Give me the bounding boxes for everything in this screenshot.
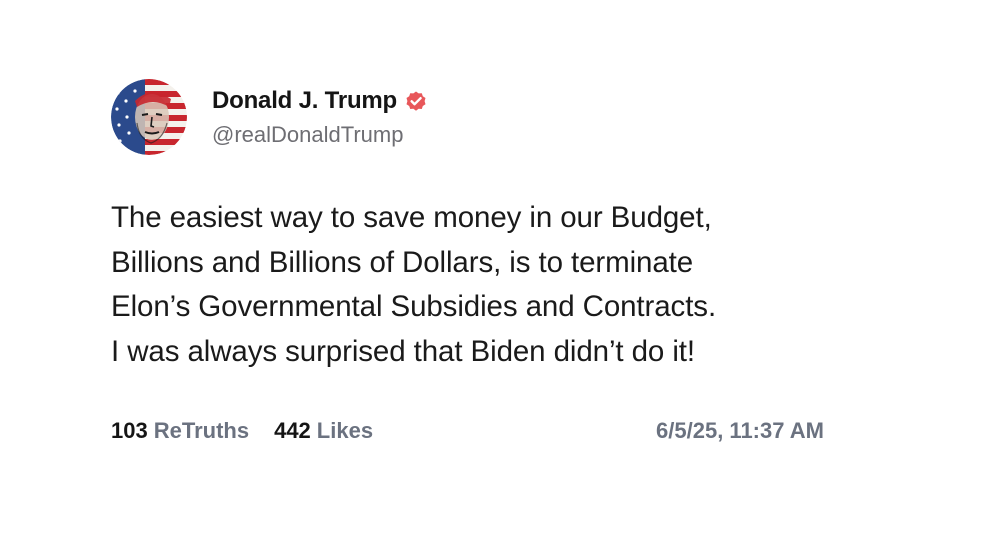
retruths-count: 103 xyxy=(111,418,148,443)
author-display-name[interactable]: Donald J. Trump xyxy=(212,87,397,115)
post-body-line: I was always surprised that Biden didn’t… xyxy=(111,334,695,368)
likes-count: 442 xyxy=(274,418,311,443)
post-timestamp[interactable]: 6/5/25, 11:37 AM xyxy=(656,418,824,444)
likes-label: Likes xyxy=(316,418,374,443)
name-row: Donald J. Trump xyxy=(212,86,428,116)
post-body-line: Elon’s Governmental Subsidies and Contra… xyxy=(111,290,717,323)
flag-portrait-avatar-icon xyxy=(111,79,187,155)
post-header: Donald J. Trump @realDonaldTrump xyxy=(111,78,871,156)
verified-badge-icon xyxy=(404,89,428,113)
post-stats: 103 ReTruths 442 Likes 6/5/25, 11:37 AM xyxy=(111,416,824,446)
post-card: Donald J. Trump @realDonaldTrump The eas… xyxy=(111,78,871,443)
author-handle[interactable]: @realDonaldTrump xyxy=(212,122,428,148)
retruths-stat[interactable]: 103 ReTruths xyxy=(111,418,249,444)
author-identity: Donald J. Trump @realDonaldTrump xyxy=(212,79,428,155)
post-body-line: The easiest way to save money in our Bud… xyxy=(111,201,712,234)
post-body-line: Billions and Billions of Dollars, is to … xyxy=(111,245,694,279)
post-body: The easiest way to save money in our Bud… xyxy=(111,196,871,374)
retruths-label: ReTruths xyxy=(153,418,250,443)
avatar[interactable] xyxy=(111,79,187,155)
likes-stat[interactable]: 442 Likes xyxy=(274,418,373,444)
